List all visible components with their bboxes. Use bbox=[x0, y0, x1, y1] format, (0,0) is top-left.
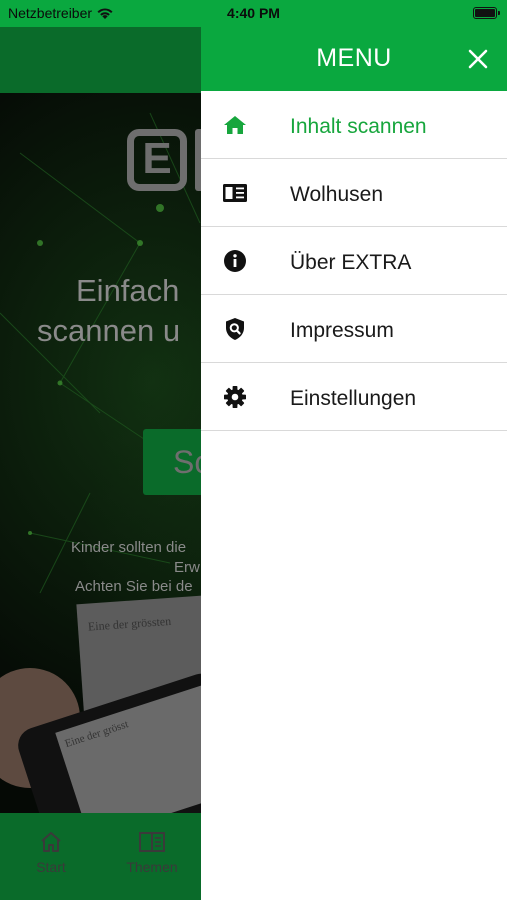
home-outline-icon bbox=[41, 832, 61, 852]
menu-item-label: Über EXTRA bbox=[290, 251, 412, 274]
battery-icon bbox=[473, 7, 500, 19]
gear-icon bbox=[224, 386, 246, 408]
menu-item-ueber-extra[interactable]: Über EXTRA bbox=[201, 227, 507, 295]
menu-item-einstellungen[interactable]: Einstellungen bbox=[201, 363, 507, 431]
hero-note-line3: Achten Sie bei de bbox=[75, 578, 193, 595]
home-icon bbox=[224, 116, 246, 134]
book-outline-icon bbox=[139, 832, 165, 852]
drawer-header: MENU bbox=[201, 27, 507, 91]
status-bar: Netzbetreiber 4:40 PM bbox=[0, 0, 507, 27]
menu-item-label: Einstellungen bbox=[290, 387, 417, 410]
info-icon bbox=[224, 250, 246, 272]
drawer-title: MENU bbox=[316, 44, 392, 72]
menu-item-label: Impressum bbox=[290, 319, 394, 342]
newspaper-icon bbox=[223, 184, 247, 202]
phone-headline: Eine der grösst bbox=[63, 718, 130, 751]
hero-headline-line2: scannen u bbox=[37, 313, 181, 348]
drawer-menu: Inhalt scannen Wolhusen Über EXTRA Impre… bbox=[201, 91, 507, 431]
newspaper-headline: Eine der grössten bbox=[87, 613, 172, 634]
extra-logo: E bbox=[127, 129, 187, 191]
tab-start-label: Start bbox=[36, 859, 66, 875]
menu-item-impressum[interactable]: Impressum bbox=[201, 295, 507, 363]
hero-note-line2: Erw bbox=[174, 559, 200, 576]
hero-headline-line1: Einfach bbox=[76, 273, 180, 308]
menu-item-inhalt-scannen[interactable]: Inhalt scannen bbox=[201, 91, 507, 159]
menu-item-wolhusen[interactable]: Wolhusen bbox=[201, 159, 507, 227]
status-time: 4:40 PM bbox=[227, 5, 280, 21]
menu-item-label: Wolhusen bbox=[290, 183, 384, 206]
tab-themen-label: Themen bbox=[126, 859, 178, 875]
side-drawer: MENU Inhalt scannen Wolhusen Über EXTRA … bbox=[201, 0, 507, 900]
tab-start[interactable]: Start bbox=[11, 831, 91, 875]
close-icon[interactable] bbox=[467, 48, 489, 70]
hero-note-line1: Kinder sollten die bbox=[71, 539, 187, 556]
shield-search-icon bbox=[226, 318, 244, 340]
tab-themen[interactable]: Themen bbox=[112, 831, 192, 875]
menu-item-label: Inhalt scannen bbox=[290, 115, 427, 138]
